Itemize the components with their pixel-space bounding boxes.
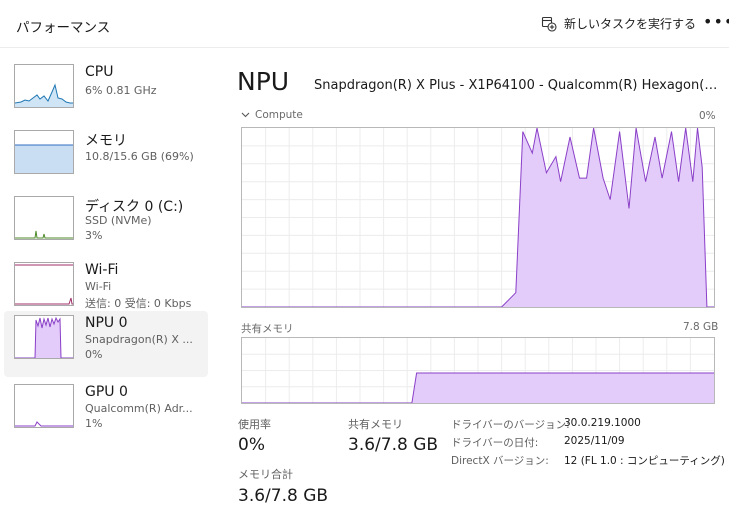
- sidebar-item-detail: 6% 0.81 GHz: [85, 84, 157, 97]
- driver-date-value: 2025/11/09: [564, 435, 625, 447]
- disk-thumbnail-graph: [14, 196, 74, 240]
- shared-memory-stat-label: 共有メモリ: [348, 418, 403, 431]
- sidebar-item-npu[interactable]: NPU 0 Snapdragon(R) X ... 0%: [4, 311, 208, 377]
- sidebar-item-detail: Qualcomm(R) Adr...: [85, 402, 193, 415]
- total-memory-value: 3.6/7.8 GB: [238, 486, 329, 506]
- compute-label: Compute: [255, 109, 303, 121]
- sidebar-item-detail: Snapdragon(R) X ...: [85, 333, 193, 346]
- device-name: Snapdragon(R) X Plus - X1P64100 - Qualco…: [314, 78, 719, 93]
- chevron-down-icon: [241, 109, 250, 121]
- wifi-thumbnail-graph: [14, 262, 74, 306]
- compute-max-label: 0%: [699, 110, 716, 122]
- sidebar-item-detail: SSD (NVMe): [85, 214, 152, 227]
- device-type-title: NPU: [237, 67, 290, 96]
- shared-memory-chart-label: 共有メモリ: [241, 323, 294, 335]
- sidebar-item-memory[interactable]: メモリ 10.8/15.6 GB (69%): [4, 126, 208, 192]
- shared-memory-chart: [241, 337, 715, 404]
- page-title: パフォーマンス: [16, 20, 111, 36]
- usage-label: 使用率: [238, 418, 271, 431]
- driver-version-key: ドライバーのバージョン:: [451, 419, 570, 431]
- sidebar-item-gpu[interactable]: GPU 0 Qualcomm(R) Adr... 1%: [4, 380, 208, 446]
- directx-version-value: 12 (FL 1.0 : コンピューティング): [564, 455, 725, 467]
- driver-version-value: 30.0.219.1000: [564, 417, 641, 429]
- sidebar-item-cpu[interactable]: CPU 6% 0.81 GHz: [4, 60, 208, 126]
- run-new-task-button[interactable]: 新しいタスクを実行する: [541, 15, 696, 32]
- sidebar-item-label: メモリ: [85, 133, 127, 149]
- sidebar-item-throughput: 送信: 0 受信: 0 Kbps: [85, 297, 192, 310]
- usage-value: 0%: [238, 435, 265, 455]
- sidebar-item-label: ディスク 0 (C:): [85, 199, 184, 215]
- sidebar-item-usage: 3%: [85, 229, 103, 242]
- sidebar-item-disk[interactable]: ディスク 0 (C:) SSD (NVMe) 3%: [4, 192, 208, 258]
- sidebar-item-label: NPU 0: [85, 315, 128, 331]
- sidebar-item-label: CPU: [85, 64, 114, 80]
- sidebar-item-detail: 10.8/15.6 GB (69%): [85, 150, 194, 163]
- run-task-label: 新しいタスクを実行する: [564, 17, 697, 31]
- compute-engine-selector[interactable]: Compute: [241, 109, 303, 121]
- shared-memory-chart-svg: [242, 338, 714, 403]
- driver-date-key: ドライバーの日付:: [451, 437, 539, 449]
- sidebar-item-label: Wi-Fi: [85, 262, 119, 278]
- sidebar-item-label: GPU 0: [85, 384, 128, 400]
- sidebar-item-usage: 1%: [85, 417, 103, 430]
- directx-version-key: DirectX バージョン:: [451, 455, 549, 467]
- shared-memory-stat-value: 3.6/7.8 GB: [348, 435, 439, 455]
- page-header: パフォーマンス 新しいタスクを実行する •••: [0, 0, 729, 48]
- memory-thumbnail-graph: [14, 130, 74, 174]
- sidebar-item-detail: Wi-Fi: [85, 280, 112, 293]
- cpu-thumbnail-graph: [14, 64, 74, 108]
- compute-chart-svg: [242, 128, 714, 307]
- compute-chart: [241, 127, 715, 308]
- total-memory-label: メモリ合計: [238, 468, 293, 481]
- npu-thumbnail-graph: [14, 315, 74, 359]
- shared-memory-max-label: 7.8 GB: [683, 321, 719, 333]
- more-options-button[interactable]: •••: [703, 14, 729, 30]
- run-task-icon: [541, 16, 557, 32]
- gpu-thumbnail-graph: [14, 384, 74, 428]
- sidebar-item-usage: 0%: [85, 348, 103, 361]
